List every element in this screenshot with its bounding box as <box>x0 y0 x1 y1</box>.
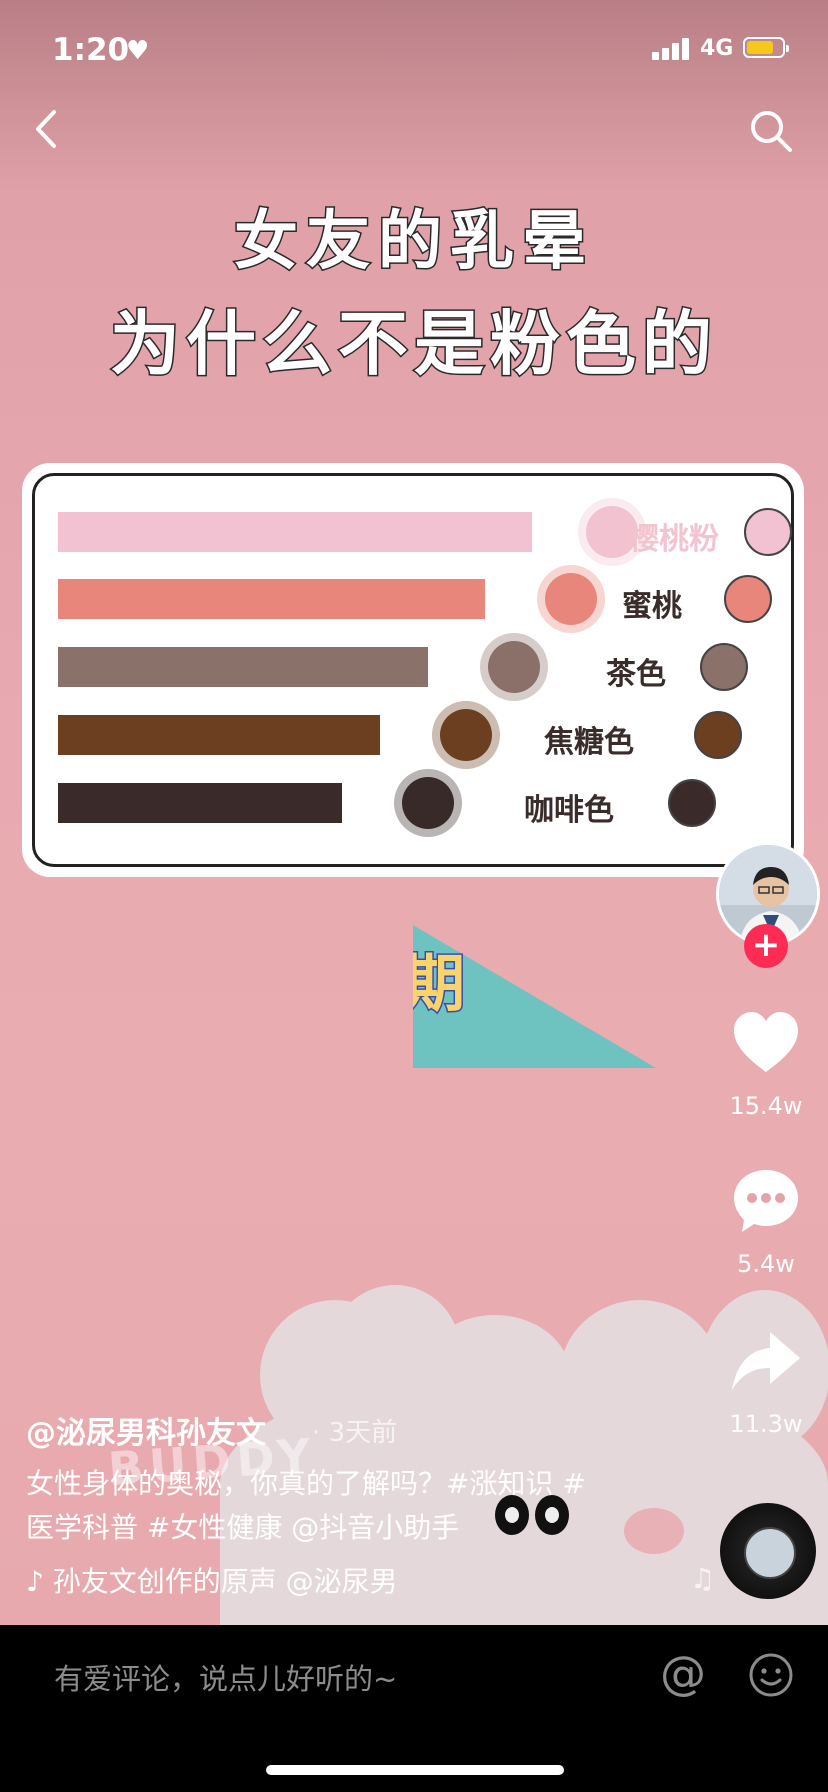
music-note-icon: ♫ <box>690 1562 716 1595</box>
emoji-icon[interactable] <box>748 1652 794 1698</box>
post-time: · 3天前 <box>312 1418 398 1448</box>
back-icon[interactable] <box>28 104 68 154</box>
color-label: 蜜桃 <box>622 589 682 624</box>
color-swatch <box>394 769 462 837</box>
status-bar: 1:20 ♥ 4G <box>0 0 828 100</box>
network-label: 4G <box>700 36 734 61</box>
color-example-thumb <box>724 575 772 623</box>
description-line2[interactable]: 医学科普 #女性健康 @抖音小助手 <box>26 1506 646 1550</box>
post-description: 女性身体的奥秘，你真的了解吗？#涨知识 # 医学科普 #女性健康 @抖音小助手 <box>26 1462 646 1550</box>
color-example-thumb <box>694 711 742 759</box>
signal-icon <box>652 38 692 60</box>
color-label: 焦糖色 <box>544 725 634 760</box>
color-swatch <box>432 701 500 769</box>
color-bar <box>58 647 428 687</box>
comment-input[interactable]: 有爱评论，说点儿好听的~ <box>54 1656 397 1698</box>
color-label: 茶色 <box>606 657 666 692</box>
like-icon[interactable] <box>730 1008 802 1080</box>
search-icon[interactable] <box>748 108 794 154</box>
color-label: 樱桃粉 <box>629 522 719 557</box>
mention-button[interactable]: @ <box>660 1646 706 1700</box>
comment-count: 5.4w <box>737 1250 795 1278</box>
sticker-graphic: 期 <box>413 925 656 1068</box>
like-count: 15.4w <box>729 1092 803 1120</box>
battery-icon <box>743 37 789 58</box>
music-disc[interactable] <box>720 1503 816 1599</box>
share-icon[interactable] <box>730 1326 802 1398</box>
heart-status-icon: ♥ <box>126 36 150 66</box>
share-count: 11.3w <box>729 1410 803 1438</box>
color-bar <box>58 715 380 755</box>
color-bar <box>58 579 485 619</box>
color-example-thumb <box>744 508 792 556</box>
status-time: 1:20 <box>52 32 130 68</box>
video-title-line2: 为什么不是粉色的 <box>109 302 718 387</box>
description-line1[interactable]: 女性身体的奥秘，你真的了解吗？#涨知识 # <box>26 1462 646 1506</box>
color-chart-card: 樱桃粉蜜桃茶色焦糖色咖啡色 <box>22 463 804 877</box>
color-label: 咖啡色 <box>524 793 614 828</box>
follow-button[interactable]: + <box>744 924 788 968</box>
color-swatch <box>480 633 548 701</box>
author-name[interactable]: @泌尿男科孙友文 <box>26 1408 266 1452</box>
sticker-text: 期 <box>413 946 467 1022</box>
color-example-thumb <box>668 779 716 827</box>
color-swatch <box>537 565 605 633</box>
color-bar <box>58 783 342 823</box>
music-title[interactable]: ♪ 孙友文创作的原声 @泌尿男 <box>26 1560 398 1600</box>
video-title-line1: 女友的乳晕 <box>233 204 594 281</box>
home-indicator <box>266 1765 564 1775</box>
comment-icon[interactable] <box>730 1166 802 1238</box>
color-example-thumb <box>700 643 748 691</box>
color-bar <box>58 512 532 552</box>
